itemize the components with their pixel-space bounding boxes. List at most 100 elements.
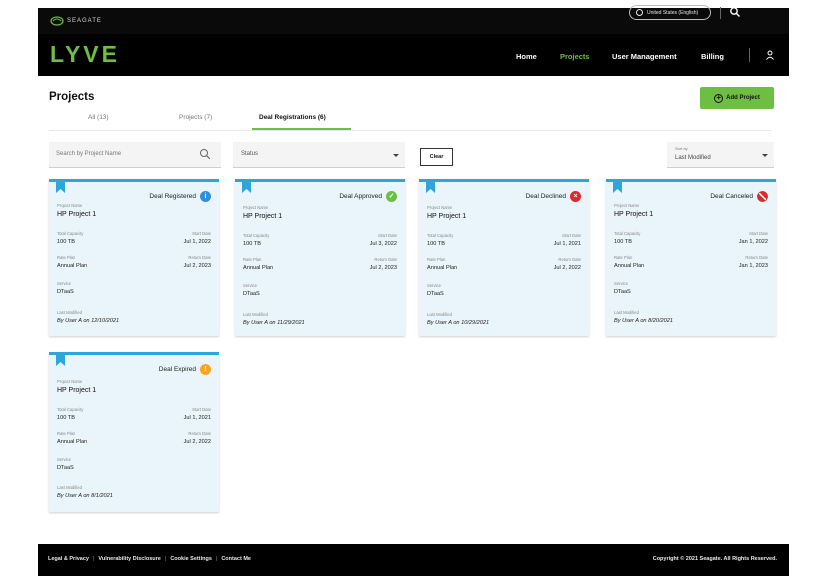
total-capacity-value: 100 TB <box>243 241 261 247</box>
start-date-value: Jul 1, 2022 <box>183 239 211 245</box>
add-project-label: Add Project <box>726 95 760 101</box>
alert-icon: ! <box>200 364 211 375</box>
footer-link-legal-privacy[interactable]: Legal & Privacy <box>48 556 89 562</box>
page-title: Projects <box>49 91 95 103</box>
project-name-value: HP Project 1 <box>57 211 97 218</box>
project-name-label: Project Name <box>57 203 83 208</box>
project-name-value: HP Project 1 <box>57 387 97 394</box>
lyve-logo[interactable]: LYVE <box>50 42 150 66</box>
chevron-down-icon <box>393 154 399 157</box>
region-selector[interactable]: United States (English) <box>629 5 711 20</box>
sort-dropdown[interactable]: Sort by Last Modified <box>667 142 774 168</box>
return-date-value: Jul 2, 2022 <box>183 439 211 445</box>
project-name-label: Project Name <box>614 203 640 208</box>
total-capacity-value: 100 TB <box>57 239 75 245</box>
region-label: United States (English) <box>647 9 699 16</box>
project-name-label: Project Name <box>243 205 269 210</box>
footer-separator: | <box>92 556 95 562</box>
rate-plan-label: Rate Plan <box>614 255 633 260</box>
seagate-logo[interactable]: SEAGATE <box>50 16 102 26</box>
footer-link-cookie-settings[interactable]: Cookie Settings <box>170 556 212 562</box>
project-card[interactable]: Deal Approved ✓ Project Name HP Project … <box>235 179 405 336</box>
return-date-value: Jul 2, 2023 <box>183 263 211 269</box>
status-label: Deal Declined <box>525 193 566 200</box>
seagate-logo-icon <box>50 16 64 26</box>
total-capacity-label: Total Capacity <box>57 231 84 236</box>
footer-separator: | <box>215 556 218 562</box>
service-label: Service <box>614 281 628 286</box>
start-date-label: Start Date <box>378 233 397 238</box>
start-date-label: Start Date <box>562 233 581 238</box>
last-modified-value: By User A on 10/29/2021 <box>427 320 490 326</box>
service-value: DTaaS <box>57 465 74 471</box>
total-capacity-value: 100 TB <box>427 241 445 247</box>
footer-separator: | <box>164 556 167 562</box>
start-date-label: Start Date <box>192 407 211 412</box>
nav-divider <box>749 48 750 62</box>
last-modified-value: By User A on 8/20/2021 <box>614 318 673 324</box>
user-icon[interactable] <box>765 50 775 60</box>
rate-plan-value: Annual Plan <box>243 265 274 271</box>
clear-button[interactable]: Clear <box>420 148 453 166</box>
return-date-label: Return Date <box>745 255 768 260</box>
search-icon[interactable] <box>729 6 741 18</box>
last-modified-value: By User A on 12/10/2021 <box>57 318 120 324</box>
service-label: Service <box>427 283 441 288</box>
rate-plan-value: Annual Plan <box>427 265 458 271</box>
tab-all[interactable]: All (13) <box>88 114 109 121</box>
return-date-value: Jul 2, 2022 <box>553 265 581 271</box>
last-modified-label: Last Modified <box>57 485 82 490</box>
project-name-value: HP Project 1 <box>427 213 467 220</box>
status-badge: Deal Registered i <box>149 191 211 202</box>
close-icon: × <box>570 191 581 202</box>
status-badge: Deal Expired ! <box>159 364 211 375</box>
search-icon[interactable] <box>199 148 211 160</box>
tabs-divider <box>49 130 772 131</box>
nav-link-user-management[interactable]: User Management <box>612 52 677 61</box>
project-name-value: HP Project 1 <box>614 211 654 218</box>
project-card[interactable]: Deal Expired ! Project Name HP Project 1… <box>49 352 219 512</box>
return-date-value: Jul 2, 2023 <box>369 265 397 271</box>
bookmark-icon <box>56 352 65 366</box>
nav-link-home[interactable]: Home <box>516 52 537 61</box>
footer-links: Legal & Privacy | Vulnerability Disclosu… <box>48 556 251 562</box>
nav-link-projects[interactable]: Projects <box>560 52 590 61</box>
tab-projects[interactable]: Projects (7) <box>179 114 212 121</box>
footer-link-vulnerability-disclosure[interactable]: Vulnerability Disclosure <box>98 556 160 562</box>
last-modified-label: Last Modified <box>614 310 639 315</box>
return-date-label: Return Date <box>188 431 211 436</box>
project-card[interactable]: Deal Canceled Project Name HP Project 1 … <box>606 179 776 336</box>
seagate-brand-text: SEAGATE <box>67 18 102 24</box>
bookmark-icon <box>426 179 435 193</box>
return-date-value: Jan 1, 2023 <box>738 263 768 269</box>
service-label: Service <box>243 283 257 288</box>
bookmark-icon <box>613 179 622 193</box>
total-capacity-label: Total Capacity <box>243 233 270 238</box>
tab-deal-registrations[interactable]: Deal Registrations (6) <box>259 114 326 121</box>
check-icon: ✓ <box>386 191 397 202</box>
total-capacity-label: Total Capacity <box>614 231 641 236</box>
footer-link-contact-me[interactable]: Contact Me <box>221 556 251 562</box>
chevron-down-icon <box>762 154 768 157</box>
nav-link-billing[interactable]: Billing <box>701 52 724 61</box>
project-card[interactable]: Deal Registered i Project Name HP Projec… <box>49 179 219 336</box>
status-dropdown[interactable]: Status <box>233 142 405 168</box>
service-value: DTaaS <box>243 291 260 297</box>
service-value: DTaaS <box>427 291 444 297</box>
start-date-value: Jul 1, 2021 <box>553 241 581 247</box>
status-label: Deal Canceled <box>710 193 753 200</box>
rate-plan-value: Annual Plan <box>57 263 88 269</box>
service-value: DTaaS <box>614 289 631 295</box>
rate-plan-label: Rate Plan <box>427 257 446 262</box>
last-modified-value: By User A on 11/29/2021 <box>243 320 305 326</box>
sort-label: Sort by <box>675 146 688 151</box>
info-icon: i <box>200 191 211 202</box>
return-date-label: Return Date <box>558 257 581 262</box>
search-input[interactable]: Search by Project Name <box>49 142 221 168</box>
status-label: Deal Registered <box>149 193 196 200</box>
project-name-label: Project Name <box>427 205 453 210</box>
status-badge: Deal Approved ✓ <box>339 191 397 202</box>
add-project-button[interactable]: + Add Project <box>700 87 774 109</box>
rate-plan-label: Rate Plan <box>57 255 76 260</box>
project-card[interactable]: Deal Declined × Project Name HP Project … <box>419 179 589 336</box>
